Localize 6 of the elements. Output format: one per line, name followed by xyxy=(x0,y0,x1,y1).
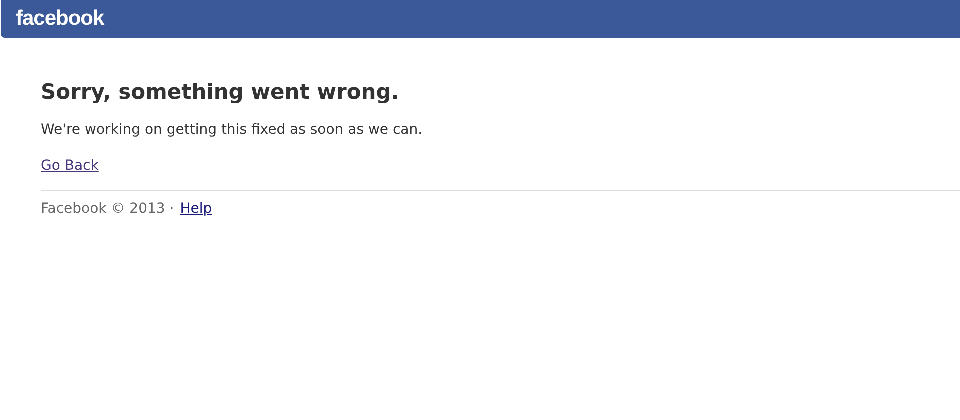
error-message: We're working on getting this fixed as soon as we can. xyxy=(41,122,424,138)
go-back-link[interactable]: Go Back xyxy=(41,158,99,174)
copyright-text: Facebook © 2013 · xyxy=(41,201,174,217)
error-title: Sorry, something went wrong. xyxy=(41,80,400,104)
help-link[interactable]: Help xyxy=(180,201,212,217)
logo[interactable]: facebook xyxy=(16,7,104,31)
